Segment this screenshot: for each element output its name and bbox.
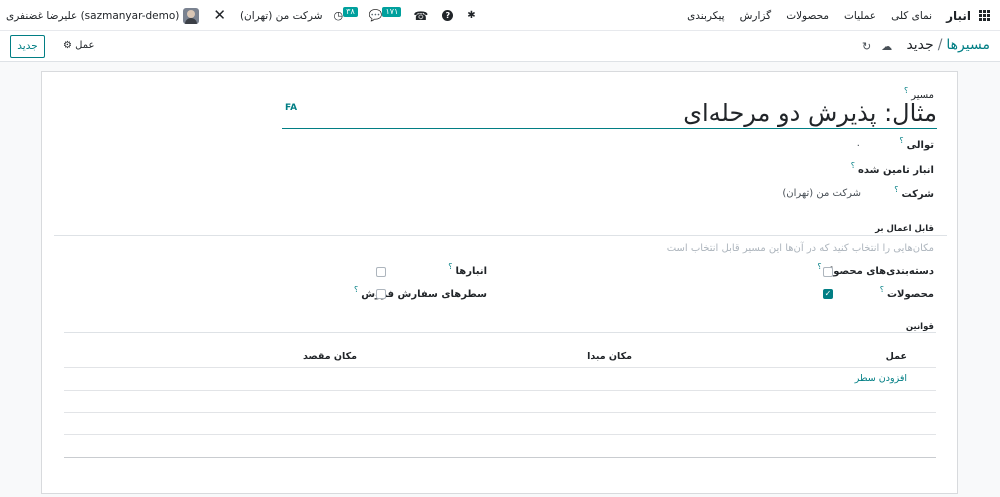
applicable-hint: مکان‌هایی را انتخاب کنید که در آن‌ها این… bbox=[666, 243, 934, 254]
warehouses-label-wrap: انبارها؟ bbox=[448, 262, 487, 277]
products-label-wrap: محصولات؟ bbox=[880, 285, 934, 300]
sequence-label-wrap: توالی؟ bbox=[899, 136, 934, 151]
help-tooltip-icon[interactable]: ؟ bbox=[899, 136, 903, 145]
action-label: عمل bbox=[75, 40, 95, 51]
menu-item-overview[interactable]: نمای کلی bbox=[891, 10, 932, 22]
products-checkbox[interactable]: ✓ bbox=[823, 289, 833, 299]
table-row-divider bbox=[64, 367, 936, 368]
company-switcher[interactable]: شرکت من (تهران) bbox=[240, 10, 323, 22]
products-label: محصولات bbox=[886, 289, 934, 300]
column-header-destination-location[interactable]: مکان مقصد bbox=[303, 351, 357, 362]
company-label-wrap: شرکت؟ bbox=[894, 185, 934, 200]
table-row-divider bbox=[64, 434, 936, 435]
table-row-divider bbox=[64, 390, 936, 391]
table-bottom-border bbox=[64, 457, 936, 458]
help-tooltip-icon[interactable]: ؟ bbox=[880, 285, 884, 294]
discard-icon[interactable]: ↻ bbox=[862, 40, 871, 53]
help-tooltip-icon[interactable]: ؟ bbox=[817, 262, 821, 271]
apps-icon[interactable] bbox=[979, 10, 990, 21]
section-divider bbox=[64, 332, 936, 333]
clock-icon: ◷ bbox=[333, 9, 344, 22]
company-field[interactable]: شرکت من (تهران) bbox=[782, 188, 861, 199]
chat-icon: 💬 bbox=[368, 9, 383, 22]
breadcrumb: مسیرها/جدید bbox=[906, 37, 990, 53]
messages-badge: ۱۷۱ bbox=[382, 6, 402, 17]
add-line-link[interactable]: افزودن سطر bbox=[855, 373, 907, 384]
warehouses-label: انبارها bbox=[455, 266, 487, 277]
sequence-label: توالی bbox=[906, 140, 934, 151]
new-button[interactable]: جدید bbox=[10, 35, 45, 58]
translate-button[interactable]: FA bbox=[285, 103, 297, 113]
form-sheet: مسیر؟ مثال: پذیرش دو مرحله‌ای FA توالی؟ … bbox=[41, 71, 958, 494]
route-name-value: مثال: پذیرش دو مرحله‌ای bbox=[683, 99, 937, 127]
help-tooltip-icon[interactable]: ؟ bbox=[894, 185, 898, 194]
menu-item-products[interactable]: محصولات bbox=[786, 10, 829, 22]
help-tooltip-icon[interactable]: ؟ bbox=[851, 161, 855, 170]
breadcrumb-routes[interactable]: مسیرها bbox=[946, 37, 990, 53]
table-row-divider bbox=[64, 412, 936, 413]
company-label: شرکت bbox=[901, 189, 934, 200]
breadcrumb-separator: / bbox=[937, 37, 943, 53]
control-panel: مسیرها/جدید ↻ ☁ جدید ⚙ عمل bbox=[0, 31, 1000, 62]
phone-icon[interactable]: ☎ bbox=[413, 9, 428, 23]
app-brand[interactable]: انبار bbox=[946, 9, 971, 23]
rules-section-title: قوانین bbox=[905, 322, 934, 332]
sale-order-lines-checkbox[interactable] bbox=[376, 289, 386, 299]
save-cloud-icon[interactable]: ☁ bbox=[881, 40, 892, 53]
product-categories-checkbox[interactable] bbox=[823, 267, 833, 277]
help-tooltip-icon[interactable]: ؟ bbox=[448, 262, 452, 271]
section-divider bbox=[54, 235, 947, 236]
column-header-source-location[interactable]: مکان مبدا bbox=[587, 351, 632, 362]
menu-item-reporting[interactable]: گزارش bbox=[740, 10, 772, 22]
systray: علیرضا غضنفری (sazmanyar-demo) ✕ شرکت من… bbox=[6, 0, 476, 31]
menu-item-configuration[interactable]: پیکربندی bbox=[687, 10, 725, 22]
sequence-field[interactable]: ۰ bbox=[856, 140, 861, 151]
record-status-icons: ↻ ☁ bbox=[862, 40, 892, 53]
help-icon[interactable]: ? bbox=[442, 10, 454, 21]
tools-icon[interactable]: ✕ bbox=[213, 8, 226, 23]
applicable-section-title: قابل اعمال بر bbox=[875, 224, 934, 234]
sale-lines-label-wrap: سطرهای سفارش فروش؟ bbox=[354, 285, 487, 300]
avatar[interactable] bbox=[183, 7, 200, 24]
product-categories-label-wrap: دسته‌بندی‌های محصول؟ bbox=[817, 262, 934, 277]
bug-icon[interactable]: ✱ bbox=[467, 10, 475, 21]
product-categories-label: دسته‌بندی‌های محصول bbox=[824, 266, 934, 277]
help-tooltip-icon[interactable]: ؟ bbox=[354, 285, 358, 294]
gear-icon: ⚙ bbox=[63, 40, 72, 51]
activity-menu[interactable]: ◷ ۳۸ bbox=[329, 6, 358, 22]
user-menu[interactable]: علیرضا غضنفری (sazmanyar-demo) bbox=[6, 10, 179, 22]
action-menu[interactable]: ⚙ عمل bbox=[63, 40, 94, 51]
supplied-warehouse-label: انبار تامین شده bbox=[857, 165, 934, 176]
route-name-input[interactable]: مثال: پذیرش دو مرحله‌ای FA bbox=[282, 99, 937, 129]
top-navbar: انبار نمای کلی عملیات محصولات گزارش پیکر… bbox=[0, 0, 1000, 31]
messaging-menu[interactable]: 💬 ۱۷۱ bbox=[364, 6, 402, 22]
main-menu: انبار نمای کلی عملیات محصولات گزارش پیکر… bbox=[672, 0, 990, 31]
activity-badge: ۳۸ bbox=[343, 6, 358, 17]
column-header-action[interactable]: عمل bbox=[886, 351, 907, 362]
help-tooltip-icon[interactable]: ؟ bbox=[904, 86, 908, 95]
warehouses-checkbox[interactable] bbox=[376, 267, 386, 277]
supplied-wh-label-wrap: انبار تامین شده؟ bbox=[851, 161, 934, 176]
menu-item-operations[interactable]: عملیات bbox=[844, 10, 876, 22]
breadcrumb-current: جدید bbox=[906, 37, 934, 53]
